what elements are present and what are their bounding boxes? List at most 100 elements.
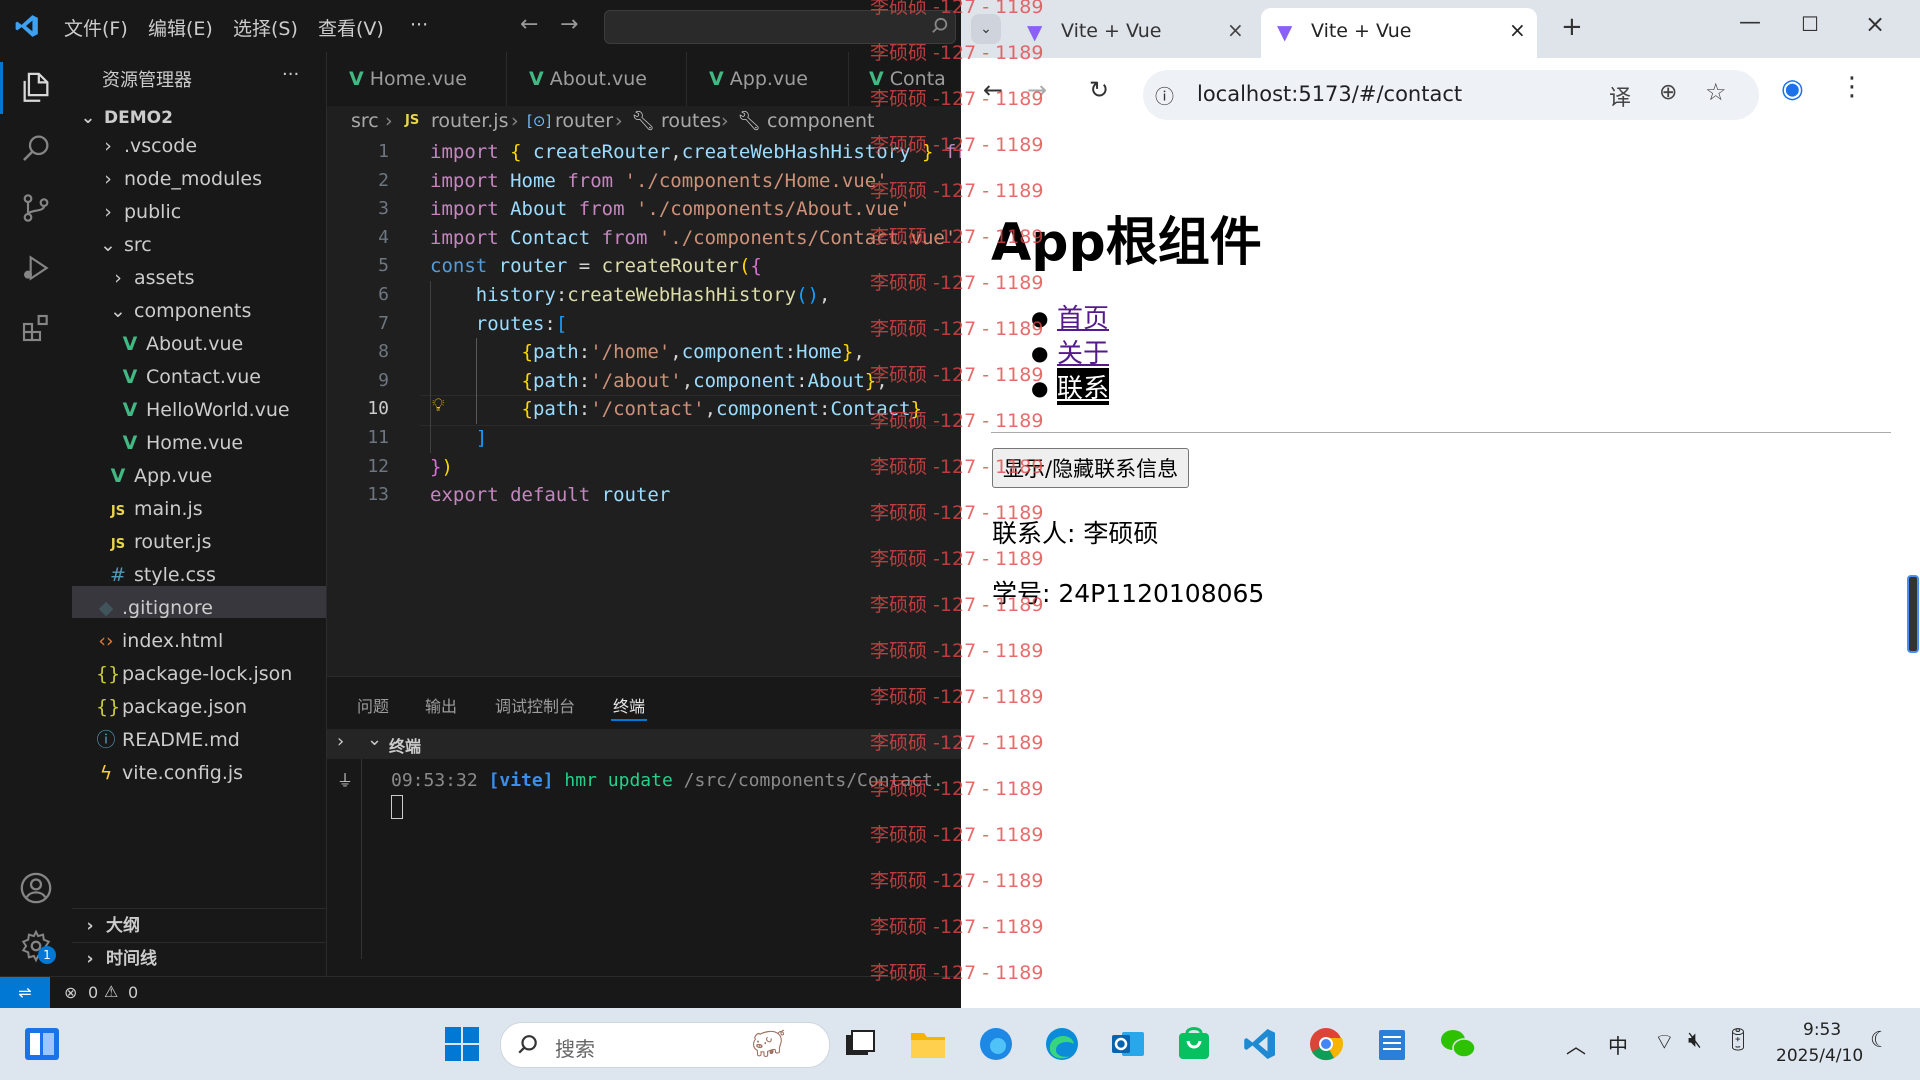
menu-edit[interactable]: 编辑(E) bbox=[148, 14, 213, 41]
source-control-icon[interactable] bbox=[14, 186, 58, 230]
minimize-icon[interactable]: — bbox=[1739, 10, 1761, 35]
tree-file-readme-md[interactable]: ⓘ README.md bbox=[96, 724, 239, 756]
outlook-icon[interactable] bbox=[1106, 1022, 1150, 1066]
wechat-icon[interactable] bbox=[1436, 1022, 1480, 1066]
browser-tab-1[interactable]: ▼ Vite + Vue × bbox=[1011, 8, 1251, 58]
tab-app-vue[interactable]: V App.vue bbox=[687, 52, 849, 106]
tree-file-contact-vue[interactable]: V Contact.vue bbox=[120, 361, 261, 393]
breadcrumb-router[interactable]: router bbox=[555, 106, 613, 136]
profile-icon[interactable]: ◉ bbox=[1781, 74, 1804, 104]
tree-folder-public[interactable]: › public bbox=[98, 196, 181, 228]
run-debug-icon[interactable] bbox=[14, 246, 58, 290]
maximize-icon[interactable]: ☐ bbox=[1801, 12, 1819, 36]
address-bar[interactable]: ⓘ localhost:5173/#/contact 译 ⊕ ☆ bbox=[1143, 70, 1759, 120]
tree-file-index-html[interactable]: ‹› index.html bbox=[96, 625, 223, 657]
browser-menu-icon[interactable]: ⋮ bbox=[1839, 72, 1865, 102]
nav-link-contact-active[interactable]: 联系 bbox=[1057, 368, 1110, 405]
tree-folder-node-modules[interactable]: › node_modules bbox=[98, 163, 262, 195]
window-close-icon[interactable]: × bbox=[1865, 10, 1885, 38]
chrome-icon[interactable] bbox=[1304, 1022, 1348, 1066]
menu-view[interactable]: 查看(V) bbox=[318, 14, 384, 41]
notepad-icon[interactable] bbox=[1370, 1022, 1414, 1066]
zoom-icon[interactable]: ⊕ bbox=[1659, 80, 1677, 105]
breadcrumb-component[interactable]: component bbox=[767, 106, 875, 136]
search-icon[interactable] bbox=[14, 126, 58, 170]
nav-link-about[interactable]: 关于 bbox=[1057, 333, 1109, 370]
tree-file-package-lock-json[interactable]: {}package-lock.json bbox=[96, 658, 292, 690]
url-text[interactable]: localhost:5173/#/contact bbox=[1197, 82, 1462, 106]
browser-tab-2-active[interactable]: ▼ Vite + Vue × bbox=[1261, 8, 1537, 58]
tree-folder-src[interactable]: ⌄ src bbox=[98, 229, 152, 261]
task-view-icon[interactable] bbox=[838, 1022, 882, 1066]
breadcrumb-routes[interactable]: routes bbox=[661, 106, 721, 136]
new-tab-button[interactable]: + bbox=[1561, 12, 1583, 42]
tree-folder-assets[interactable]: › assets bbox=[108, 262, 194, 294]
watermark: 李硕硕 -127 - 1189 bbox=[870, 88, 1044, 110]
status-warnings[interactable]: 0 bbox=[128, 983, 138, 1002]
outline-section[interactable]: › 大纲 bbox=[80, 910, 140, 942]
breadcrumb-src[interactable]: src bbox=[351, 106, 379, 136]
tab-terminal[interactable]: 终端 bbox=[613, 693, 645, 717]
error-icon[interactable]: ⊗ bbox=[64, 983, 77, 1002]
accounts-icon[interactable] bbox=[14, 866, 58, 910]
bookmark-star-icon[interactable]: ☆ bbox=[1705, 78, 1727, 106]
edge-icon[interactable] bbox=[1040, 1022, 1084, 1066]
vscode-taskbar-icon[interactable] bbox=[1238, 1022, 1282, 1066]
tree-file-home-vue[interactable]: V Home.vue bbox=[120, 427, 243, 459]
edge-dev-icon[interactable] bbox=[974, 1022, 1018, 1066]
close-icon[interactable]: × bbox=[1509, 18, 1526, 42]
warning-icon[interactable]: ⚠ bbox=[104, 982, 118, 1001]
clock-date[interactable]: 2025/4/10 bbox=[1776, 1046, 1863, 1066]
nav-link-home[interactable]: 首页 bbox=[1057, 298, 1109, 335]
widgets-icon[interactable] bbox=[20, 1022, 64, 1066]
tree-folder-components[interactable]: ⌄ components bbox=[108, 295, 251, 327]
tree-file-main-js[interactable]: JS main.js bbox=[108, 493, 203, 525]
tab-about-vue[interactable]: V About.vue bbox=[507, 52, 687, 106]
explorer-icon[interactable] bbox=[14, 66, 58, 110]
forward-arrow-icon[interactable]: → bbox=[560, 12, 578, 37]
taskbar-search-box[interactable]: 搜索 🐖︎ bbox=[500, 1022, 830, 1068]
clock-time[interactable]: 9:53 bbox=[1803, 1020, 1841, 1040]
tab-problems[interactable]: 问题 bbox=[357, 693, 389, 717]
volume-muted-icon[interactable]: 🔇︎ bbox=[1688, 1028, 1702, 1053]
file-explorer-icon[interactable] bbox=[906, 1022, 950, 1066]
tray-overflow-chevron-icon[interactable]: ︿ bbox=[1566, 1030, 1586, 1059]
site-info-icon[interactable]: ⓘ bbox=[1155, 82, 1174, 109]
tab-debug-console[interactable]: 调试控制台 bbox=[495, 693, 575, 717]
tree-file-vite-config-js[interactable]: ϟ vite.config.js bbox=[96, 757, 243, 789]
tab-home-vue[interactable]: V Home.vue bbox=[327, 52, 507, 106]
status-errors[interactable]: 0 bbox=[88, 983, 98, 1002]
tree-file-gitignore[interactable]: ◆ .gitignore bbox=[96, 592, 213, 624]
menu-more[interactable]: ··· bbox=[410, 14, 428, 36]
start-windows-icon[interactable] bbox=[440, 1022, 484, 1066]
tree-file-style-css[interactable]: # style.css bbox=[108, 559, 216, 591]
ime-indicator[interactable]: 中 bbox=[1608, 1030, 1628, 1059]
chevron-down-icon[interactable]: ⌄ bbox=[367, 729, 382, 750]
menu-file[interactable]: 文件(F) bbox=[64, 14, 128, 41]
translate-icon[interactable]: 译 bbox=[1609, 80, 1631, 112]
wifi-icon[interactable]: ⌔ bbox=[1654, 1028, 1675, 1056]
menu-selection[interactable]: 选择(S) bbox=[233, 14, 298, 41]
battery-icon[interactable]: 🔋︎ bbox=[1724, 1028, 1752, 1053]
scrollbar-thumb[interactable] bbox=[1907, 575, 1919, 653]
explorer-more-button[interactable]: ··· bbox=[282, 64, 299, 85]
terminal-cursor[interactable] bbox=[391, 795, 403, 819]
tree-file-package-json[interactable]: {}package.json bbox=[96, 691, 247, 723]
remote-icon[interactable]: ⇌ bbox=[0, 977, 50, 1008]
chevron-right-icon[interactable]: › bbox=[337, 731, 344, 752]
tree-file-about-vue[interactable]: V About.vue bbox=[120, 328, 244, 360]
shopping-app-icon[interactable] bbox=[1172, 1022, 1216, 1066]
reload-icon[interactable]: ↻ bbox=[1089, 76, 1109, 104]
tree-file-helloworld-vue[interactable]: V HelloWorld.vue bbox=[120, 394, 290, 426]
close-icon[interactable]: × bbox=[1227, 18, 1244, 42]
extensions-icon[interactable] bbox=[14, 306, 58, 350]
tree-file-router-js[interactable]: JS router.js bbox=[108, 526, 212, 558]
back-arrow-icon[interactable]: ← bbox=[520, 12, 538, 37]
moon-icon[interactable]: ☾ bbox=[1870, 1028, 1890, 1053]
breadcrumb-file[interactable]: router.js bbox=[431, 106, 508, 136]
tree-folder-vscode[interactable]: › .vscode bbox=[98, 130, 197, 162]
settings-gear-icon[interactable]: 1 bbox=[14, 924, 58, 968]
tree-file-app-vue[interactable]: V App.vue bbox=[108, 460, 213, 492]
timeline-section[interactable]: › 时间线 bbox=[80, 943, 157, 975]
tab-output[interactable]: 输出 bbox=[425, 693, 457, 717]
